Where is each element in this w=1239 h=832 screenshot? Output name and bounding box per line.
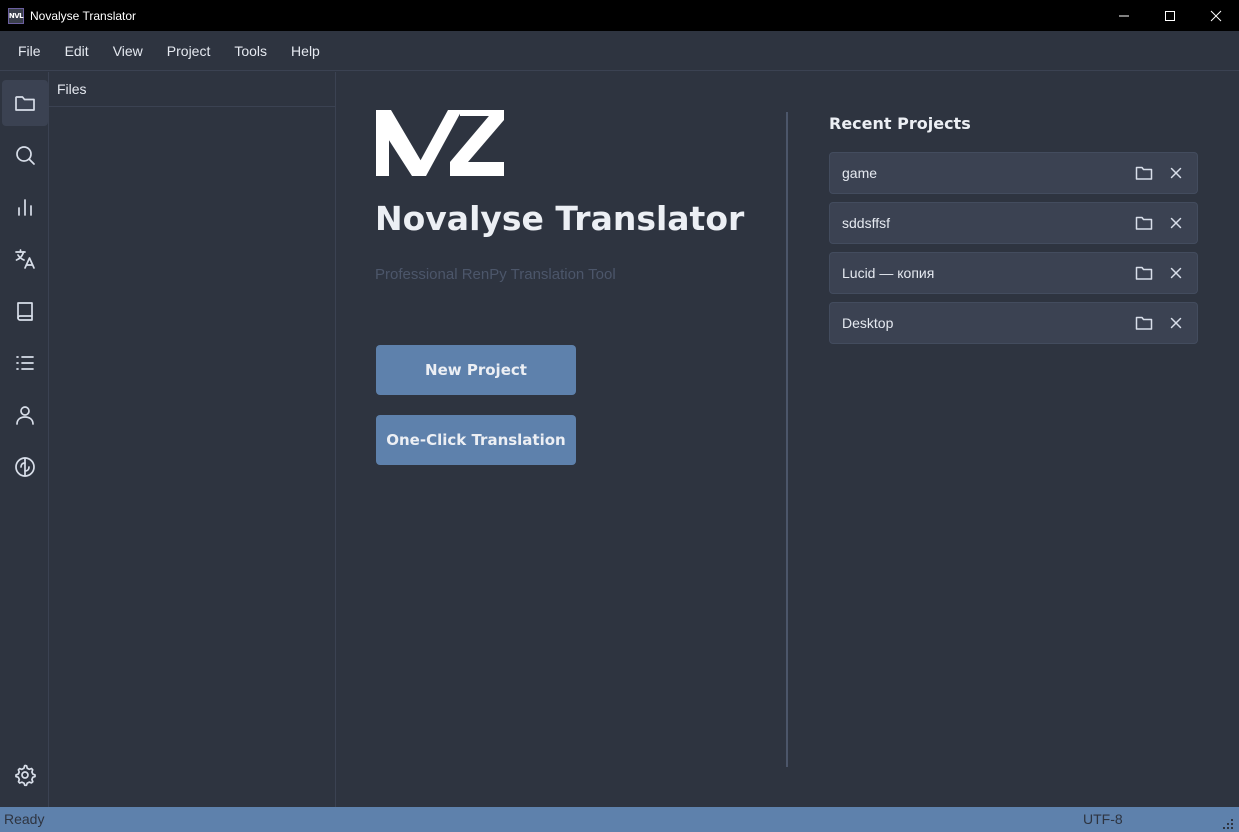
list-icon: [16, 356, 34, 370]
recent-project-item[interactable]: Lucid — копия: [829, 252, 1198, 294]
app-icon: NVL: [8, 7, 24, 24]
recent-project-item[interactable]: sddsffsf: [829, 202, 1198, 244]
menu-help[interactable]: Help: [279, 31, 332, 71]
search-icon: [16, 146, 35, 165]
activity-settings-button[interactable]: [2, 752, 48, 798]
status-bar: Ready UTF-8: [0, 807, 1239, 832]
open-folder-button[interactable]: [1135, 165, 1153, 181]
activity-characters-button[interactable]: [2, 392, 48, 438]
menu-file[interactable]: File: [6, 31, 53, 71]
close-icon: [1170, 217, 1182, 229]
resize-grip-icon[interactable]: [1223, 819, 1233, 829]
activity-list-button[interactable]: [2, 340, 48, 386]
welcome-divider: [786, 112, 788, 767]
gear-icon: [15, 764, 36, 787]
files-panel: Files: [49, 72, 336, 807]
recent-projects-title: Recent Projects: [829, 114, 971, 133]
menu-project[interactable]: Project: [155, 31, 223, 71]
close-icon: [1170, 267, 1182, 279]
title-bar: NVL Novalyse Translator: [0, 0, 1239, 31]
user-icon: [16, 406, 34, 425]
new-project-button[interactable]: New Project: [376, 345, 576, 395]
menu-edit[interactable]: Edit: [53, 31, 101, 71]
one-click-translation-button[interactable]: One-Click Translation: [376, 415, 576, 465]
recent-project-name: Desktop: [842, 315, 894, 331]
translate-icon: [15, 249, 35, 269]
folder-icon: [1135, 266, 1153, 280]
folder-icon: [15, 96, 35, 111]
app-icon-text: NVL: [8, 11, 24, 20]
activity-bar: [0, 72, 49, 807]
folder-icon: [1135, 316, 1153, 330]
nvl-logo: [376, 110, 504, 176]
open-folder-button[interactable]: [1135, 315, 1153, 331]
close-window-button[interactable]: [1193, 0, 1239, 31]
folder-icon: [1135, 216, 1153, 230]
files-panel-title: Files: [49, 72, 335, 107]
remove-recent-button[interactable]: [1168, 315, 1184, 331]
book-icon: [17, 302, 33, 321]
recent-project-item[interactable]: game: [829, 152, 1198, 194]
close-icon: [1170, 167, 1182, 179]
folder-icon: [1135, 166, 1153, 180]
activity-ai-button[interactable]: [2, 444, 48, 490]
menu-tools[interactable]: Tools: [222, 31, 279, 71]
encoding-indicator[interactable]: UTF-8: [1083, 807, 1123, 832]
minimize-button[interactable]: [1101, 0, 1147, 31]
activity-files-button[interactable]: [2, 80, 48, 126]
recent-project-name: game: [842, 165, 878, 181]
remove-recent-button[interactable]: [1168, 165, 1184, 181]
bar-chart-icon: [18, 199, 32, 216]
app-name-heading: Novalyse Translator: [375, 199, 745, 238]
activity-translate-button[interactable]: [2, 236, 48, 282]
recent-project-item[interactable]: Desktop: [829, 302, 1198, 344]
window-title: Novalyse Translator: [30, 8, 137, 23]
maximize-icon: [1165, 10, 1175, 21]
window-controls: [1101, 0, 1239, 31]
app-tagline: Professional RenPy Translation Tool: [375, 266, 616, 283]
status-text: Ready: [4, 811, 45, 827]
close-icon: [1210, 10, 1222, 21]
activity-stats-button[interactable]: [2, 184, 48, 230]
welcome-page: Novalyse Translator Professional RenPy T…: [336, 72, 1239, 807]
recent-project-name: Lucid — копия: [842, 265, 935, 281]
activity-search-button[interactable]: [2, 132, 48, 178]
menu-bar: File Edit View Project Tools Help: [0, 31, 1239, 71]
open-folder-button[interactable]: [1135, 215, 1153, 231]
brain-icon: [15, 457, 35, 477]
close-icon: [1170, 317, 1182, 329]
remove-recent-button[interactable]: [1168, 215, 1184, 231]
open-folder-button[interactable]: [1135, 265, 1153, 281]
recent-project-name: sddsffsf: [842, 215, 890, 231]
minimize-icon: [1119, 15, 1129, 16]
remove-recent-button[interactable]: [1168, 265, 1184, 281]
menu-view[interactable]: View: [101, 31, 155, 71]
maximize-button[interactable]: [1147, 0, 1193, 31]
activity-glossary-button[interactable]: [2, 288, 48, 334]
